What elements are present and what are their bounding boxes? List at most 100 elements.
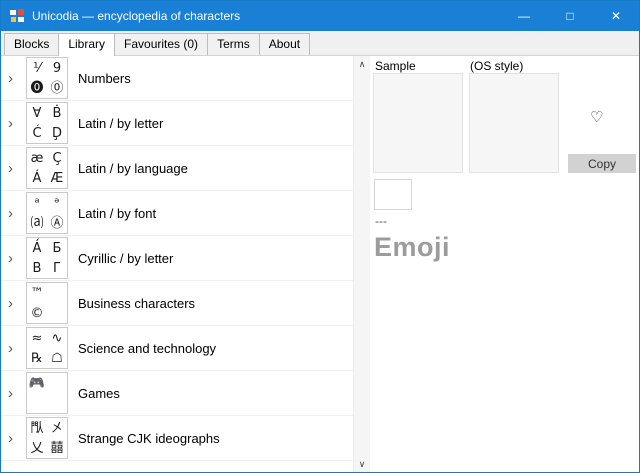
minimize-button[interactable]: —	[501, 1, 547, 31]
os-style-sample-box	[469, 73, 559, 173]
glyph-preview-box: А́БВГ	[26, 237, 68, 279]
tab-terms[interactable]: Terms	[207, 33, 260, 55]
glyph: Б	[47, 238, 67, 258]
category-label: Numbers	[78, 71, 131, 86]
library-row[interactable]: ›⅟9⓿⓪ Numbers	[1, 56, 353, 101]
glyph	[27, 393, 47, 413]
glyph-preview-box: æÇÁÆ	[26, 147, 68, 189]
tab-library[interactable]: Library	[58, 33, 115, 56]
expand-chevron-icon[interactable]: ›	[6, 251, 24, 266]
section-title: Emoji	[374, 232, 450, 263]
glyph: Г	[47, 258, 67, 278]
placeholder-text: ---	[375, 214, 387, 228]
glyph: Ç	[47, 148, 67, 168]
scroll-up-icon[interactable]: ∧	[354, 56, 370, 72]
library-row[interactable]: ›≈∿℞☖ Science and technology	[1, 326, 353, 371]
glyph	[47, 303, 67, 323]
glyph: ⒜	[27, 213, 47, 233]
category-label: Strange CJK ideographs	[78, 431, 220, 446]
glyph: Ḑ	[47, 123, 67, 143]
glyph: ∿	[47, 328, 67, 348]
glyph-preview-box: 閄㐅乂囍	[26, 417, 68, 459]
library-row[interactable]: ›ᵃᵊ⒜Ⓐ Latin / by font	[1, 191, 353, 236]
glyph: Ɐ	[27, 103, 47, 123]
category-label: Science and technology	[78, 341, 216, 356]
character-cell-box	[374, 179, 412, 210]
preview-panel: Sample (OS style) ♡ Copy --- Emoji	[370, 56, 639, 472]
glyph: 囍	[47, 438, 67, 458]
glyph: ≈	[27, 328, 47, 348]
os-style-label: (OS style)	[470, 59, 523, 73]
scroll-down-icon[interactable]: ∨	[354, 456, 370, 472]
expand-chevron-icon[interactable]: ›	[6, 386, 24, 401]
glyph: Ḃ	[47, 103, 67, 123]
glyph: ᵊ	[47, 193, 67, 213]
glyph	[47, 373, 67, 393]
library-row[interactable]: ›閄㐅乂囍 Strange CJK ideographs	[1, 416, 353, 461]
glyph: ©	[27, 303, 47, 323]
close-button[interactable]: ✕	[593, 1, 639, 31]
glyph: 乂	[27, 438, 47, 458]
glyph-preview-box: ™©	[26, 282, 68, 324]
sample-label: Sample	[375, 59, 416, 73]
glyph	[47, 283, 67, 303]
glyph: ☖	[47, 348, 67, 368]
sample-box	[373, 73, 463, 173]
glyph: 🎮	[27, 373, 47, 393]
category-label: Business characters	[78, 296, 195, 311]
glyph: ⓿	[27, 78, 47, 98]
expand-chevron-icon[interactable]: ›	[6, 341, 24, 356]
glyph: ⓪	[47, 78, 67, 98]
glyph: ℞	[27, 348, 47, 368]
glyph: В	[27, 258, 47, 278]
app-icon	[9, 8, 25, 24]
library-row[interactable]: ›ⱯḂĆḐ Latin / by letter	[1, 101, 353, 146]
glyph	[47, 393, 67, 413]
glyph-preview-box: ≈∿℞☖	[26, 327, 68, 369]
favourite-heart-icon[interactable]: ♡	[590, 108, 603, 126]
window-controls: — □ ✕	[501, 1, 639, 31]
window-title: Unicodia — encyclopedia of characters	[32, 9, 501, 23]
expand-chevron-icon[interactable]: ›	[6, 161, 24, 176]
library-row[interactable]: ›А́БВГ Cyrillic / by letter	[1, 236, 353, 281]
tab-blocks[interactable]: Blocks	[4, 33, 59, 55]
glyph: Ć	[27, 123, 47, 143]
vertical-scrollbar[interactable]: ∧ ∨	[353, 56, 370, 472]
tab-favourites-0[interactable]: Favourites (0)	[114, 33, 208, 55]
library-row[interactable]: ›🎮 Games	[1, 371, 353, 416]
expand-chevron-icon[interactable]: ›	[6, 296, 24, 311]
tab-bar: BlocksLibraryFavourites (0)TermsAbout	[1, 31, 639, 56]
glyph: æ	[27, 148, 47, 168]
library-list: ›⅟9⓿⓪Numbers›ⱯḂĆḐLatin / by letter›æÇÁÆL…	[1, 56, 353, 472]
glyph-preview-box: 🎮	[26, 372, 68, 414]
tab-about[interactable]: About	[259, 33, 310, 55]
glyph: ™	[27, 283, 47, 303]
glyph: Ⓐ	[47, 213, 67, 233]
glyph: 閄	[27, 418, 47, 438]
category-label: Cyrillic / by letter	[78, 251, 173, 266]
glyph: А́	[27, 238, 47, 258]
main-content: ›⅟9⓿⓪Numbers›ⱯḂĆḐLatin / by letter›æÇÁÆL…	[1, 56, 639, 472]
category-label: Latin / by language	[78, 161, 188, 176]
glyph: ⅟	[27, 58, 47, 78]
expand-chevron-icon[interactable]: ›	[6, 116, 24, 131]
expand-chevron-icon[interactable]: ›	[6, 431, 24, 446]
glyph: 9	[47, 58, 67, 78]
expand-chevron-icon[interactable]: ›	[6, 206, 24, 221]
category-label: Games	[78, 386, 120, 401]
app-window: Unicodia — encyclopedia of characters — …	[0, 0, 640, 473]
glyph: Æ	[47, 168, 67, 188]
title-bar[interactable]: Unicodia — encyclopedia of characters — …	[1, 1, 639, 31]
maximize-button[interactable]: □	[547, 1, 593, 31]
glyph: Á	[27, 168, 47, 188]
library-row[interactable]: ›™© Business characters	[1, 281, 353, 326]
expand-chevron-icon[interactable]: ›	[6, 71, 24, 86]
copy-button[interactable]: Copy	[568, 154, 636, 173]
glyph: ᵃ	[27, 193, 47, 213]
glyph: 㐅	[47, 418, 67, 438]
category-label: Latin / by letter	[78, 116, 163, 131]
category-label: Latin / by font	[78, 206, 156, 221]
glyph-preview-box: ⱯḂĆḐ	[26, 102, 68, 144]
library-row[interactable]: ›æÇÁÆ Latin / by language	[1, 146, 353, 191]
glyph-preview-box: ᵃᵊ⒜Ⓐ	[26, 192, 68, 234]
